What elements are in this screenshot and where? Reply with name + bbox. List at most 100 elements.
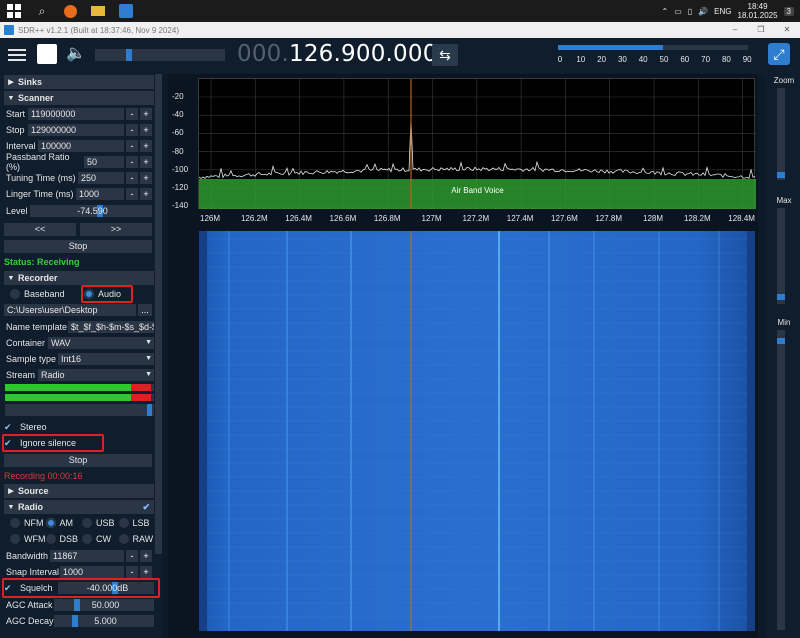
- scanner-header[interactable]: ▼ Scanner: [4, 91, 154, 105]
- start-minus-button[interactable]: -: [126, 108, 138, 120]
- linger-plus-button[interactable]: +: [140, 188, 152, 200]
- dropdown-arrow-icon: ▼: [145, 355, 152, 362]
- recorder-volume-slider[interactable]: [5, 404, 154, 416]
- mode-radio-dsb[interactable]: [45, 534, 56, 544]
- interval-minus-button[interactable]: -: [126, 140, 138, 152]
- container-select[interactable]: WAV ▼: [48, 337, 154, 349]
- chevron-up-icon[interactable]: ⌃: [662, 7, 669, 16]
- snap-minus-button[interactable]: -: [126, 566, 138, 578]
- bandwidth-minus-button[interactable]: -: [126, 550, 138, 562]
- stop-minus-button[interactable]: -: [126, 124, 138, 136]
- tuning-input[interactable]: 250: [78, 172, 124, 184]
- firefox-icon[interactable]: [56, 0, 84, 22]
- source-header[interactable]: ▶ Source: [4, 484, 154, 498]
- mode-option-dsb[interactable]: DSB: [45, 534, 83, 544]
- bandwidth-input[interactable]: 11867: [50, 550, 124, 562]
- level-slider[interactable]: -74.590: [30, 205, 152, 217]
- max-slider[interactable]: [777, 208, 785, 304]
- tuning-plus-button[interactable]: +: [140, 172, 152, 184]
- minimize-icon[interactable]: –: [722, 22, 748, 38]
- mode-option-wfm[interactable]: WFM: [4, 534, 46, 544]
- recorder-header[interactable]: ▼ Recorder: [4, 271, 154, 285]
- speaker-icon[interactable]: 🔈: [66, 44, 88, 64]
- volume-slider-thumb[interactable]: [126, 49, 132, 61]
- agc-decay-thumb[interactable]: [72, 615, 78, 627]
- min-slider-thumb[interactable]: [777, 338, 785, 344]
- modes-row-2: WFM DSB CW RAW: [4, 532, 154, 546]
- zoom-slider[interactable]: [777, 88, 785, 180]
- agc-attack-thumb[interactable]: [74, 599, 80, 611]
- mode-radio-raw[interactable]: [118, 534, 129, 544]
- start-input[interactable]: 119000000: [28, 108, 124, 120]
- mode-radio-wfm[interactable]: [10, 534, 20, 544]
- max-slider-thumb[interactable]: [777, 294, 785, 300]
- browse-button[interactable]: ...: [138, 304, 152, 316]
- mode-radio-cw[interactable]: [82, 534, 92, 544]
- tuning-minus-button[interactable]: -: [126, 172, 138, 184]
- baseband-radio[interactable]: [10, 289, 20, 299]
- frequency-value[interactable]: 126.900.000: [289, 41, 438, 67]
- stream-select[interactable]: Radio ▼: [38, 369, 154, 381]
- recorder-stop-button[interactable]: Stop: [4, 453, 152, 467]
- sinks-header[interactable]: ▶ Sinks: [4, 75, 154, 89]
- zoom-slider-thumb[interactable]: [777, 172, 785, 178]
- file-explorer-icon[interactable]: [84, 0, 112, 22]
- linger-input[interactable]: 1000: [76, 188, 124, 200]
- bandwidth-plus-button[interactable]: +: [140, 550, 152, 562]
- start-plus-button[interactable]: +: [140, 108, 152, 120]
- mode-option-raw[interactable]: RAW: [118, 534, 155, 544]
- language-indicator[interactable]: ENG: [714, 7, 731, 16]
- frequency-display[interactable]: 000.126.900.000: [237, 41, 438, 67]
- search-icon[interactable]: ⌕: [28, 0, 56, 22]
- fft-plot[interactable]: Air Band Voice: [198, 78, 756, 210]
- mode-option-lsb[interactable]: LSB: [118, 518, 155, 528]
- passband-minus-button[interactable]: -: [126, 156, 138, 168]
- sdrpp-taskbar-icon[interactable]: [112, 0, 140, 22]
- stop-plus-button[interactable]: +: [140, 124, 152, 136]
- mode-option-am[interactable]: AM: [45, 518, 83, 528]
- stop-input[interactable]: 129000000: [28, 124, 124, 136]
- battery-icon[interactable]: ▯: [688, 7, 692, 16]
- radio-header[interactable]: ▼ Radio ✔: [4, 500, 154, 514]
- clock[interactable]: 18:49 18.01.2025: [738, 2, 778, 20]
- scan-previous-button[interactable]: <<: [4, 222, 76, 236]
- passband-input[interactable]: 50: [84, 156, 124, 168]
- mode-radio-lsb[interactable]: [118, 518, 129, 528]
- waterfall[interactable]: [199, 231, 755, 631]
- scanner-stop-button[interactable]: Stop: [4, 239, 152, 253]
- recorder-path-input[interactable]: C:\Users\user\Desktop: [4, 304, 136, 316]
- interval-input[interactable]: 100000: [38, 140, 124, 152]
- mode-option-usb[interactable]: USB: [82, 518, 119, 528]
- volume-icon[interactable]: 🔊: [698, 7, 708, 16]
- interval-plus-button[interactable]: +: [140, 140, 152, 152]
- close-icon[interactable]: ✕: [774, 22, 800, 38]
- mode-option-cw[interactable]: CW: [82, 534, 119, 544]
- linger-minus-button[interactable]: -: [126, 188, 138, 200]
- name-template-input[interactable]: $t_$f_$h-$m-$s_$d-$M: [68, 321, 154, 333]
- network-icon[interactable]: ▭: [674, 7, 682, 16]
- min-slider[interactable]: [777, 330, 785, 630]
- mode-radio-am[interactable]: [45, 518, 56, 528]
- stereo-check-icon[interactable]: ✔: [4, 422, 14, 432]
- volume-slider[interactable]: [95, 49, 225, 61]
- mode-radio-usb[interactable]: [82, 518, 92, 528]
- menu-icon[interactable]: [8, 46, 26, 62]
- radio-enabled-check-icon[interactable]: ✔: [142, 502, 150, 513]
- scan-next-button[interactable]: >>: [80, 222, 152, 236]
- start-button[interactable]: [0, 0, 28, 22]
- sample-type-select[interactable]: Int16 ▼: [58, 353, 154, 365]
- sidebar-scrollbar[interactable]: [155, 74, 162, 554]
- maximize-icon[interactable]: ❐: [748, 22, 774, 38]
- mode-option-nfm[interactable]: NFM: [4, 518, 46, 528]
- stop-icon[interactable]: [37, 44, 57, 64]
- swap-arrows-icon[interactable]: ⇆: [432, 44, 458, 66]
- frequency-leading-zeros[interactable]: 000.: [237, 41, 289, 67]
- notification-badge[interactable]: 3: [783, 6, 794, 16]
- recorder-volume-thumb[interactable]: [147, 404, 152, 416]
- passband-plus-button[interactable]: +: [140, 156, 152, 168]
- snap-plus-button[interactable]: +: [140, 566, 152, 578]
- mode-radio-nfm[interactable]: [10, 518, 20, 528]
- agc-decay-slider[interactable]: 5.000: [54, 615, 154, 627]
- snap-interval-input[interactable]: 1000: [60, 566, 124, 578]
- agc-attack-slider[interactable]: 50.000: [54, 599, 154, 611]
